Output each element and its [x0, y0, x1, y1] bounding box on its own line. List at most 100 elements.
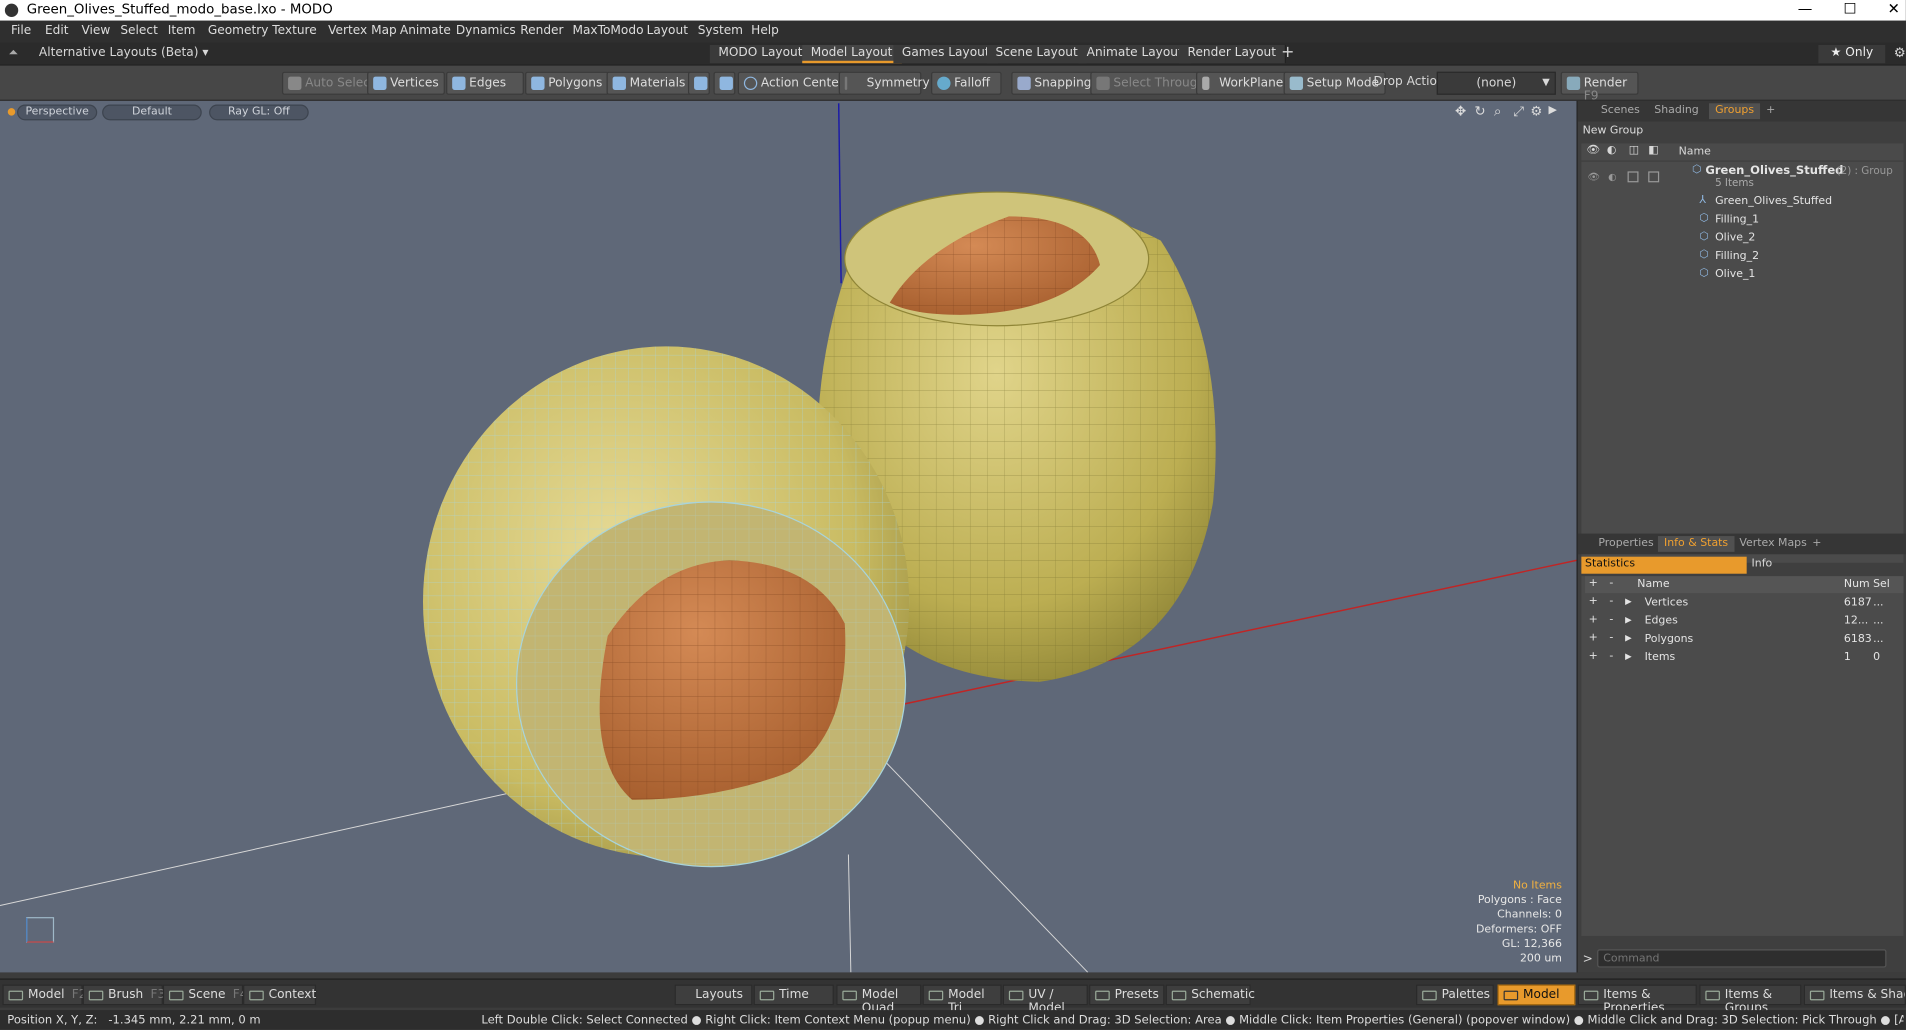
- workplane-button[interactable]: WorkPlane: [1196, 71, 1290, 95]
- raygl-button[interactable]: Ray GL: Off: [209, 104, 309, 121]
- list-item[interactable]: ⬡ Olive_2: [1581, 230, 1906, 248]
- menu-system[interactable]: System: [698, 24, 743, 37]
- close-button[interactable]: ✕: [1882, 0, 1906, 17]
- remove-icon[interactable]: -: [1609, 614, 1613, 626]
- tab-groups[interactable]: Groups: [1708, 103, 1761, 120]
- layouts-button[interactable]: Layouts: [674, 984, 753, 1006]
- drop-action-select[interactable]: (none) ▼: [1436, 71, 1556, 95]
- zoom-view-icon[interactable]: ⌕: [1494, 103, 1502, 120]
- new-group-button[interactable]: New Group: [1583, 125, 1644, 137]
- items-groups-button[interactable]: Items & Groups: [1699, 984, 1802, 1015]
- table-row[interactable]: + - ▶ Polygons 6183...: [1585, 631, 1903, 649]
- palettes-button[interactable]: Palettes: [1416, 984, 1494, 1006]
- menu-dynamics[interactable]: Dynamics: [456, 24, 516, 37]
- command-input[interactable]: [1597, 949, 1887, 968]
- visibility-toggle-icon[interactable]: 👁: [1587, 171, 1599, 182]
- menu-select[interactable]: Select: [120, 24, 158, 37]
- select-mode-a-button[interactable]: [687, 71, 710, 95]
- model-tri-button[interactable]: Model Tri: [922, 984, 1002, 1015]
- menu-item[interactable]: Item: [168, 24, 196, 37]
- perspective-button[interactable]: Perspective: [17, 104, 98, 121]
- view-settings-icon[interactable]: ⚙: [1530, 103, 1542, 119]
- 3d-viewport[interactable]: ● Perspective Default Ray GL: Off ✥ ↻ ⌕ …: [0, 100, 1577, 973]
- menu-geometry[interactable]: Geometry: [208, 24, 269, 37]
- schematic-button[interactable]: Schematic: [1165, 984, 1255, 1006]
- materials-button[interactable]: Materials: [606, 71, 692, 95]
- tab-modo-layout[interactable]: MODO Layout: [709, 44, 813, 64]
- statistics-tab[interactable]: Statistics: [1581, 556, 1747, 574]
- move-view-icon[interactable]: ✥: [1455, 103, 1466, 119]
- setup-mode-button[interactable]: Setup Mode: [1283, 71, 1386, 95]
- remove-icon[interactable]: -: [1609, 596, 1613, 608]
- context-mode-button[interactable]: Context: [243, 984, 316, 1006]
- group-root-row[interactable]: 👁 ◐ ⬡ Green_Olives_Stuffed (2) : Group 5…: [1581, 164, 1906, 191]
- menu-file[interactable]: File: [11, 24, 31, 37]
- menu-help[interactable]: Help: [751, 24, 779, 37]
- menu-edit[interactable]: Edit: [45, 24, 69, 37]
- add-icon[interactable]: +: [1589, 632, 1598, 644]
- menu-maxtomodo[interactable]: MaxToModo: [573, 24, 644, 37]
- expand-arrow-icon[interactable]: ▶: [1625, 652, 1632, 662]
- tab-model-layout[interactable]: Model Layout: [802, 44, 903, 64]
- model-quad-button[interactable]: Model Quad: [836, 984, 922, 1015]
- tab-shading[interactable]: Shading: [1648, 103, 1705, 119]
- minimize-button[interactable]: —: [1793, 0, 1817, 17]
- maximize-button[interactable]: ☐: [1838, 0, 1862, 17]
- expand-arrow-icon[interactable]: ▶: [1625, 615, 1632, 625]
- gear-icon[interactable]: ⚙: [1894, 45, 1906, 61]
- symmetry-button[interactable]: Symmetry: [838, 71, 930, 95]
- rotate-view-icon[interactable]: ↻: [1474, 103, 1485, 119]
- render-toggle-icon[interactable]: ◐: [1608, 171, 1616, 182]
- default-shading-button[interactable]: Default: [102, 104, 202, 121]
- expand-arrow-icon[interactable]: ▶: [1625, 633, 1632, 643]
- menu-texture[interactable]: Texture: [272, 24, 316, 37]
- remove-icon[interactable]: -: [1609, 632, 1613, 644]
- menu-render[interactable]: Render: [520, 24, 563, 37]
- falloff-button[interactable]: Falloff: [931, 71, 1002, 95]
- select-through-button[interactable]: Select Through: [1090, 71, 1212, 95]
- remove-icon[interactable]: -: [1609, 650, 1613, 662]
- menu-view[interactable]: View: [81, 24, 110, 37]
- action-center-button[interactable]: Action Center: [737, 71, 850, 95]
- tab-scene-layout[interactable]: Scene Layout: [986, 44, 1088, 64]
- tab-info-stats[interactable]: Info & Stats: [1657, 536, 1735, 552]
- select-toggle-icon[interactable]: [1648, 171, 1660, 183]
- tab-animate-layout[interactable]: Animate Layout: [1078, 44, 1193, 64]
- add-icon[interactable]: +: [1589, 614, 1598, 626]
- view-more-icon[interactable]: ▶: [1549, 105, 1557, 117]
- scene-mode-button[interactable]: Scene F4: [162, 984, 248, 1006]
- table-row[interactable]: + - ▶ Items 1 0: [1585, 649, 1903, 667]
- tab-render-layout[interactable]: Render Layout: [1179, 44, 1286, 64]
- menu-vertex-map[interactable]: Vertex Map: [328, 24, 397, 37]
- render-button[interactable]: Render F9: [1560, 71, 1639, 103]
- expand-arrow-icon[interactable]: ▶: [1625, 597, 1632, 607]
- auto-select-button[interactable]: Auto Select: [281, 71, 381, 95]
- snapping-button[interactable]: Snapping: [1011, 71, 1098, 95]
- time-button[interactable]: Time: [753, 984, 834, 1006]
- model-mode-button[interactable]: Model F2: [2, 984, 86, 1006]
- edges-button[interactable]: Edges: [446, 71, 524, 95]
- uv-model-button[interactable]: UV / Model: [1002, 984, 1088, 1015]
- vertices-button[interactable]: Vertices: [367, 71, 445, 95]
- list-item[interactable]: ⬡ Olive_1: [1581, 266, 1906, 284]
- add-icon[interactable]: +: [1589, 596, 1598, 608]
- add-layout-button[interactable]: +: [1281, 44, 1294, 62]
- tab-games-layout[interactable]: Games Layout: [893, 44, 1000, 64]
- lock-toggle-icon[interactable]: [1627, 171, 1639, 183]
- expand-all-icon[interactable]: +: [1589, 577, 1598, 589]
- only-button[interactable]: ★ Only: [1818, 44, 1886, 64]
- add-tab-button[interactable]: +: [1760, 103, 1781, 119]
- select-mode-b-button[interactable]: [713, 71, 736, 95]
- list-item[interactable]: ⅄ Green_Olives_Stuffed: [1581, 193, 1906, 211]
- add-tab-button[interactable]: +: [1806, 536, 1827, 552]
- tab-vertex-maps[interactable]: Vertex Maps: [1733, 536, 1813, 552]
- tab-scenes[interactable]: Scenes: [1595, 103, 1646, 119]
- layout-arrow-icon[interactable]: ⏶: [9, 46, 19, 59]
- list-item[interactable]: ⬡ Filling_2: [1581, 248, 1906, 266]
- items-shading-button[interactable]: Items & Shading: [1803, 984, 1906, 1006]
- table-row[interactable]: + - ▶ Edges 12......: [1585, 613, 1903, 631]
- fit-view-icon[interactable]: ⤢: [1513, 103, 1524, 120]
- info-tab[interactable]: Info: [1752, 558, 1773, 570]
- menu-layout[interactable]: Layout: [647, 24, 688, 37]
- presets-button[interactable]: Presets: [1089, 984, 1165, 1006]
